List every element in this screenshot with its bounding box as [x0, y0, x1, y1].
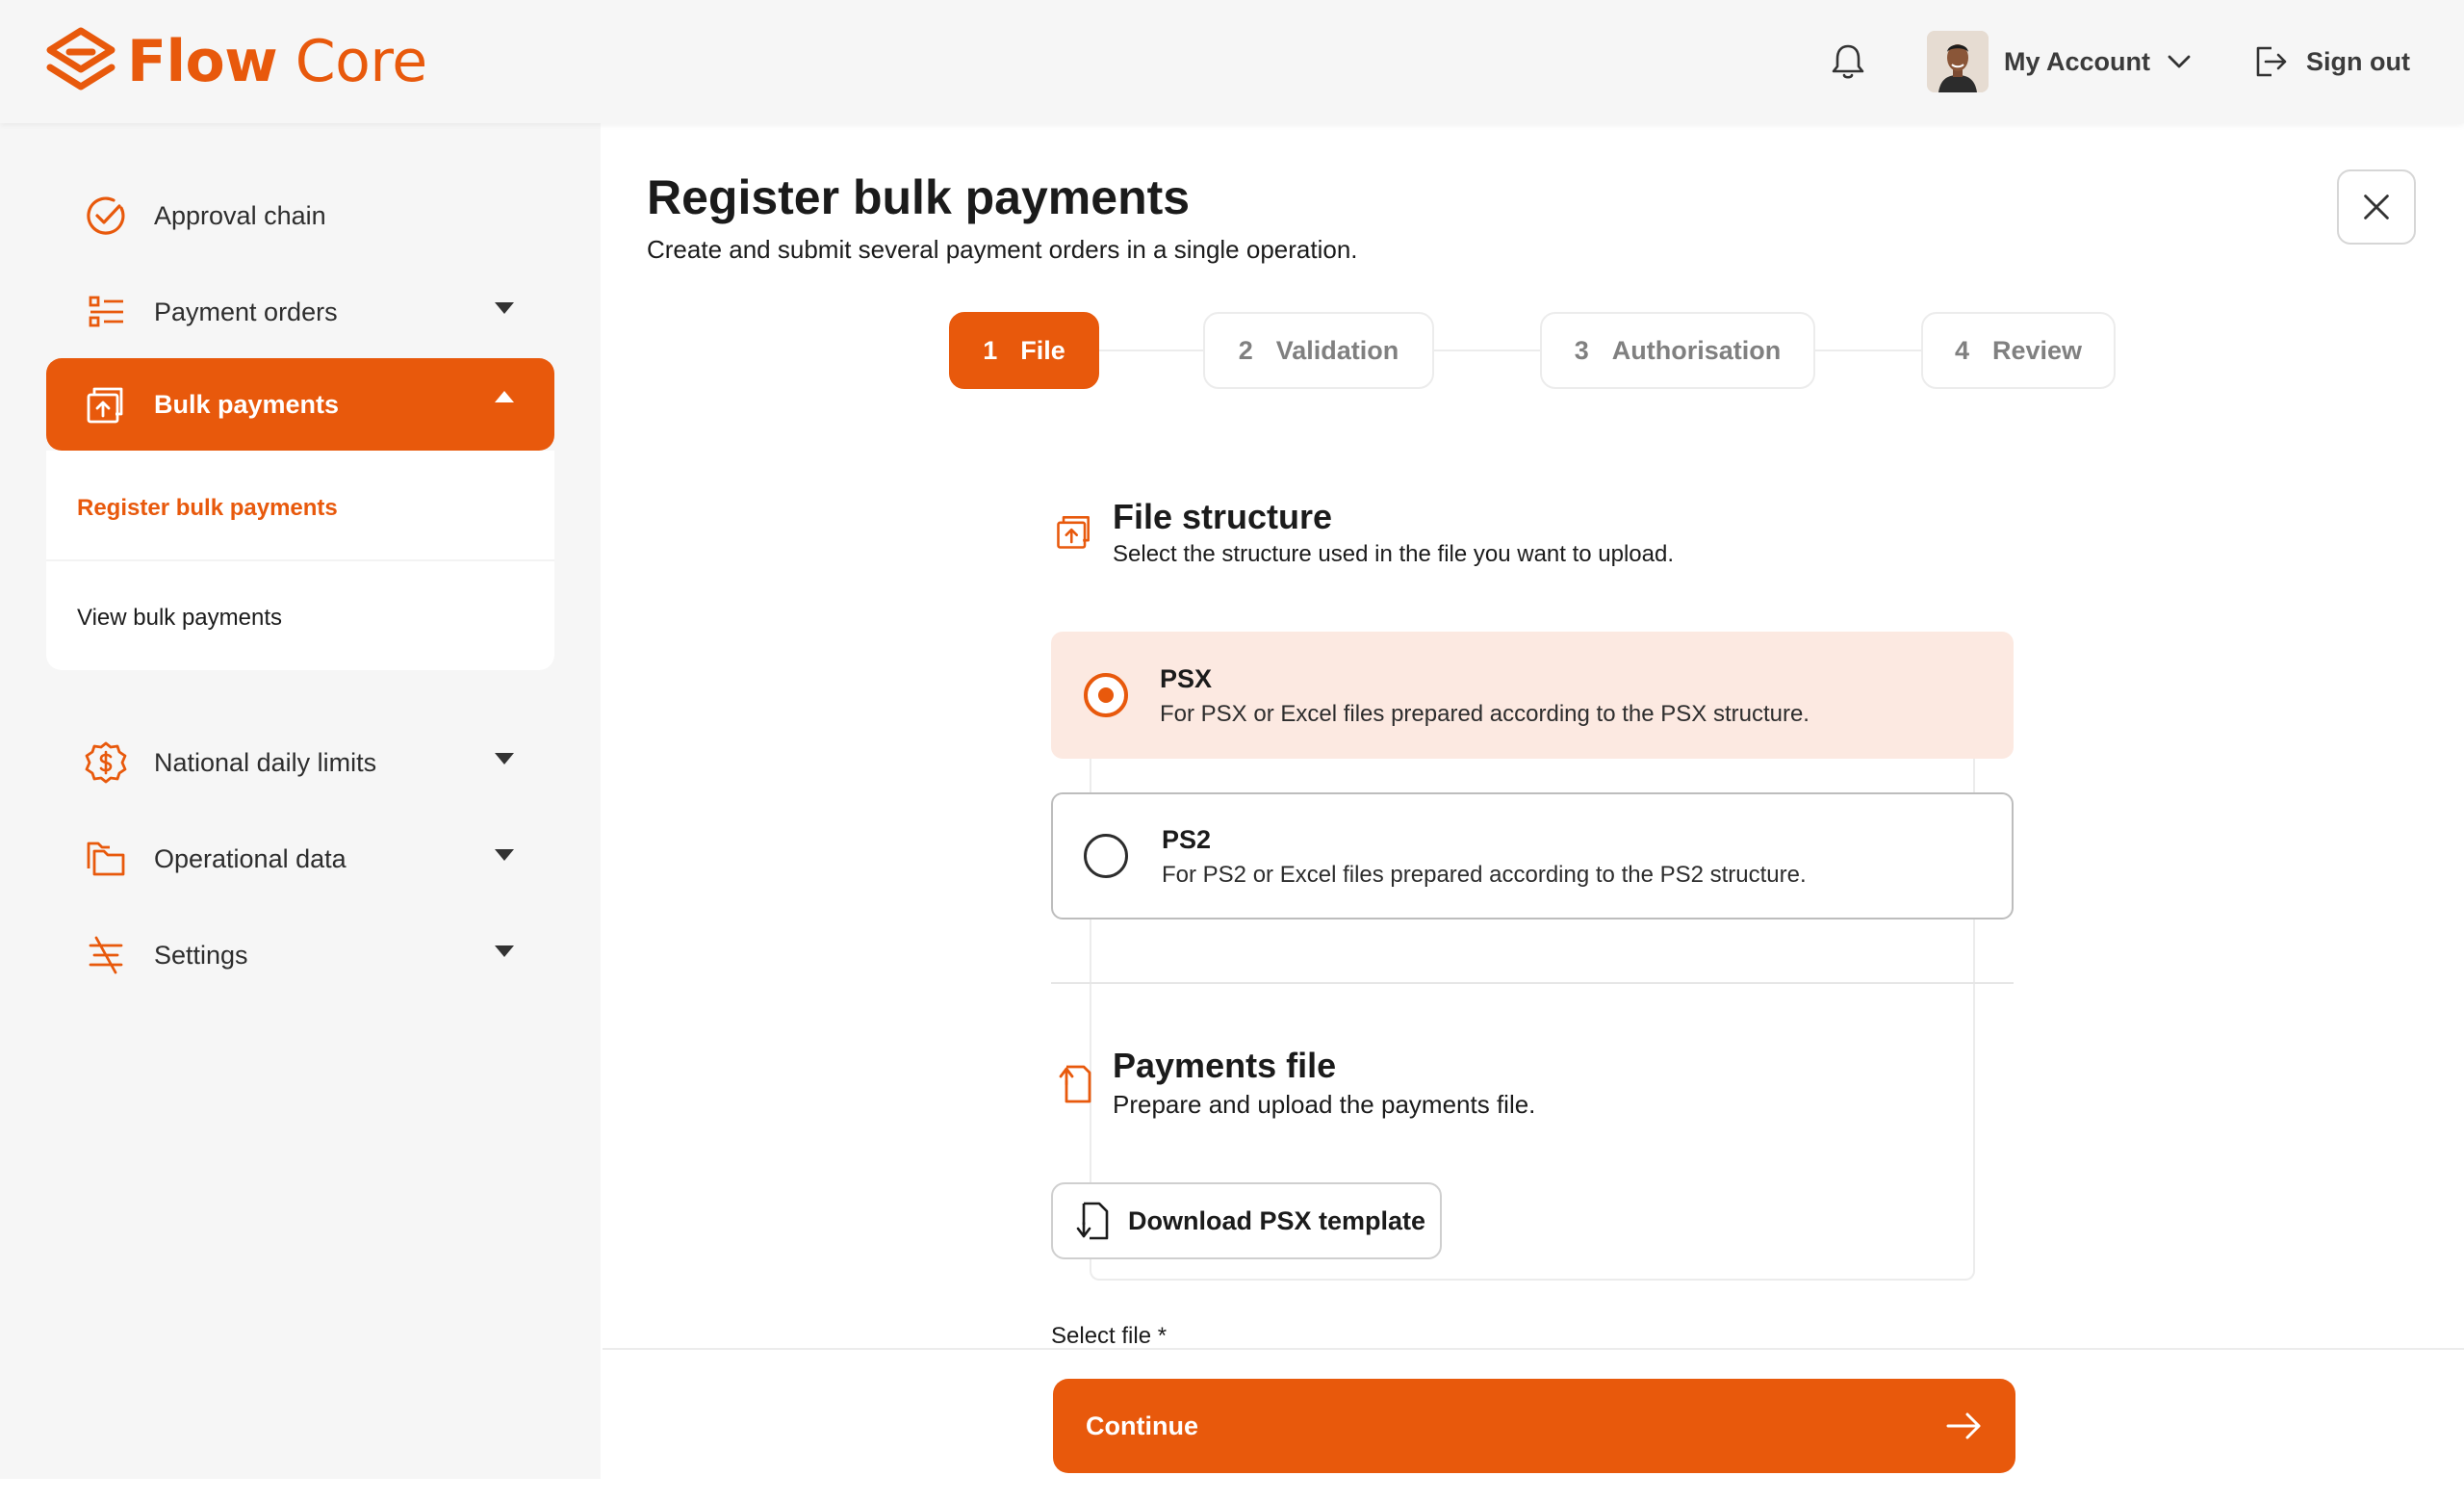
step-review[interactable]: 4 Review — [1921, 312, 2116, 389]
caret-down-icon[interactable] — [495, 849, 514, 861]
sign-out-icon[interactable] — [2248, 40, 2291, 83]
sidebar-item-bulk-payments[interactable]: Bulk payments — [46, 358, 554, 451]
continue-button[interactable]: Continue — [1053, 1379, 2015, 1473]
structure-option-ps2[interactable]: PS2 For PS2 or Excel files prepared acco… — [1051, 792, 2014, 919]
sidebar-item-national-daily-limits[interactable]: National daily limits — [46, 716, 554, 809]
sidebar-item-label: Settings — [154, 940, 248, 970]
sliders-icon — [83, 932, 129, 978]
step-authorisation[interactable]: 3 Authorisation — [1540, 312, 1815, 389]
structure-option-psx[interactable]: PSX For PSX or Excel files prepared acco… — [1051, 632, 2014, 759]
payments-file-description: Prepare and upload the payments file. — [1113, 1090, 1536, 1119]
download-button-label: Download PSX template — [1128, 1205, 1426, 1235]
avatar[interactable] — [1927, 31, 1989, 92]
close-button[interactable] — [2337, 169, 2416, 245]
list-icon — [83, 289, 129, 335]
upload-folder-icon — [1057, 516, 1090, 549]
submenu-divider — [46, 559, 554, 561]
bulk-payments-submenu: Register bulk payments View bulk payment… — [46, 451, 554, 670]
section-divider — [1051, 982, 2014, 984]
select-file-label: Select file * — [1051, 1323, 1168, 1349]
arrow-right-icon — [1946, 1412, 1981, 1439]
chevron-down-icon[interactable] — [2164, 46, 2194, 77]
file-structure-title: File structure — [1113, 497, 1333, 536]
caret-down-icon[interactable] — [495, 302, 514, 314]
sidebar-item-operational-data[interactable]: Operational data — [46, 813, 554, 905]
option-description: For PSX or Excel files prepared accordin… — [1160, 701, 1810, 727]
page-subtitle: Create and submit several payment orders… — [647, 235, 1358, 264]
stepper-connector — [1099, 350, 1205, 351]
bell-icon[interactable] — [1827, 40, 1869, 83]
file-structure-description: Select the structure used in the file yo… — [1113, 541, 1675, 567]
sidebar-item-approval-chain[interactable]: Approval chain — [46, 169, 554, 262]
caret-down-icon[interactable] — [495, 753, 514, 764]
sidebar: Approval chain Payment orders Bulk payme… — [0, 123, 601, 1479]
folders-icon — [83, 836, 129, 882]
file-upload-icon — [1059, 1065, 1091, 1103]
download-file-icon — [1076, 1202, 1109, 1240]
sidebar-item-settings[interactable]: Settings — [46, 909, 554, 1001]
flow-core-logo[interactable]: Flow Core — [44, 25, 427, 98]
sign-out-button[interactable]: Sign out — [2306, 47, 2410, 77]
continue-label: Continue — [1086, 1411, 1198, 1440]
radio-button-selected[interactable] — [1084, 673, 1128, 717]
page-title: Register bulk payments — [647, 170, 1191, 224]
sidebar-item-label: National daily limits — [154, 747, 377, 777]
submenu-view-bulk-payments[interactable]: View bulk payments — [77, 605, 282, 632]
payments-file-title: Payments file — [1113, 1046, 1337, 1085]
logo-icon — [46, 27, 116, 91]
sidebar-item-label: Operational data — [154, 843, 346, 873]
radio-button[interactable] — [1084, 834, 1128, 878]
step-file[interactable]: 1 File — [949, 312, 1099, 389]
user-avatar-icon — [1927, 31, 1989, 92]
submenu-register-bulk-payments[interactable]: Register bulk payments — [77, 495, 338, 522]
header-actions: My Account Sign out — [1827, 29, 2410, 94]
sidebar-item-payment-orders[interactable]: Payment orders — [46, 266, 554, 358]
option-title: PS2 — [1162, 825, 1212, 854]
option-title: PSX — [1160, 664, 1213, 693]
close-icon — [2364, 194, 2389, 220]
sidebar-item-label: Payment orders — [154, 297, 338, 326]
caret-up-icon[interactable] — [495, 391, 514, 402]
brand-name: Flow Core — [127, 28, 427, 95]
sidebar-item-label: Approval chain — [154, 200, 326, 230]
top-header: Flow Core My Account Sign out — [0, 0, 2464, 123]
my-account-label[interactable]: My Account — [2004, 47, 2150, 77]
stepper-connector — [1434, 350, 1540, 351]
dollar-badge-icon — [83, 739, 129, 786]
step-validation[interactable]: 2 Validation — [1203, 312, 1434, 389]
stepper-connector — [1815, 350, 1921, 351]
sidebar-item-label: Bulk payments — [154, 389, 340, 419]
download-psx-template-button[interactable]: Download PSX template — [1051, 1182, 1442, 1259]
option-description: For PS2 or Excel files prepared accordin… — [1162, 862, 1807, 888]
check-circle-icon — [83, 193, 129, 239]
caret-down-icon[interactable] — [495, 945, 514, 957]
upload-folder-icon — [83, 381, 129, 427]
